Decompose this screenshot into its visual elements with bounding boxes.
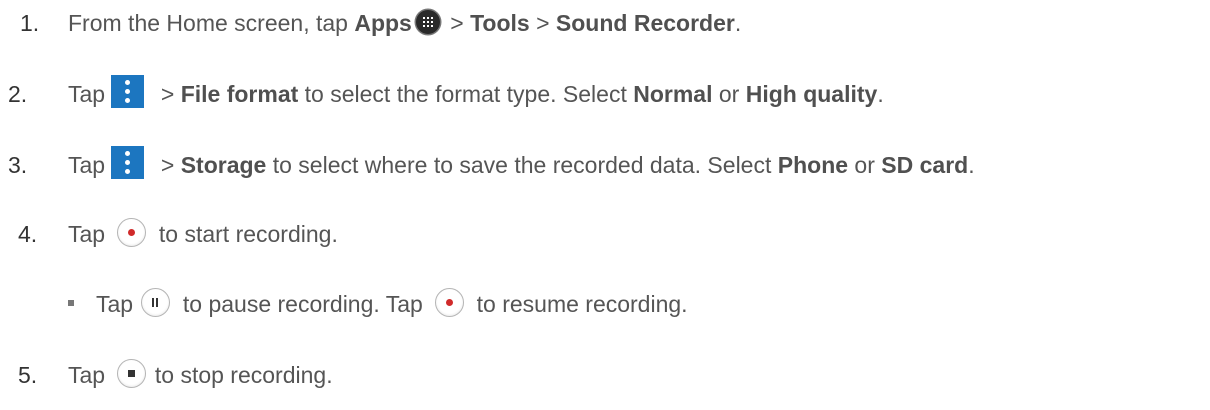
step-text: . [877,81,884,107]
ui-term-tools: Tools [470,10,530,36]
ui-term-high-quality: High quality [745,81,878,107]
step-number: 1. [20,10,40,36]
step-text: > [154,81,181,107]
apps-grid-icon [415,9,440,34]
step-text: . [734,10,742,36]
menu-more-icon [111,146,145,180]
ui-term-normal: Normal [633,81,713,107]
menu-more-icon [111,75,145,109]
ui-term-apps: Apps [354,10,412,36]
record-icon [435,288,465,318]
ui-term-file-format: File format [180,81,299,107]
step-2: 2. Tap > File format to select the format… [8,75,884,109]
step-text: From the Home screen, tap [68,10,355,36]
ui-term-phone: Phone [777,152,849,178]
step-number: 3. [8,152,28,178]
sub-step: Tap to pause recording. Tap to resume re… [68,288,688,319]
step-text: to resume recording. [470,291,688,317]
record-icon [117,218,147,248]
step-text: Tap [96,291,140,317]
step-4: 4. Tap to start recording. [18,218,338,249]
step-1: 1. From the Home screen, tap Apps > Tools… [20,8,741,38]
step-number: 5. [18,362,38,388]
step-text: or [848,152,882,178]
ui-term-sound-recorder: Sound Recorder [555,10,735,36]
ui-term-sd-card: SD card [881,152,969,178]
step-text: Tap [68,81,112,107]
step-text: > [443,10,471,36]
step-number: 2. [8,81,28,107]
step-text: to stop recording. [148,362,333,388]
step-text: Tap [68,362,112,388]
step-text: > [154,152,181,178]
step-text: Tap [68,152,112,178]
step-text: to select the format type. Select [298,81,634,107]
step-text: or [712,81,746,107]
stop-icon [117,359,147,389]
pause-icon [141,288,171,318]
step-text: to start recording. [152,221,338,247]
step-3: 3. Tap > Storage to select where to save … [8,146,975,180]
ui-term-storage: Storage [180,152,267,178]
bullet-icon [68,299,74,306]
step-text: > [529,10,556,36]
step-text: Tap [68,221,112,247]
step-text: . [968,152,975,178]
step-5: 5. Tap to stop recording. [18,359,333,390]
step-text: to select where to save the recorded dat… [266,152,778,178]
step-number: 4. [18,221,38,247]
step-text: to pause recording. Tap [176,291,430,317]
